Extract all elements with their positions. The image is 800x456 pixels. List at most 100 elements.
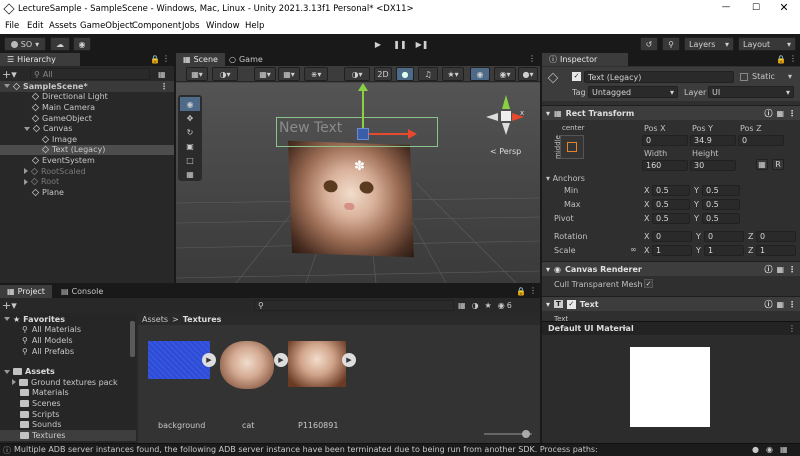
account-button[interactable]: SO ▾ [4, 37, 46, 51]
asset-cat[interactable]: ▶ cat [220, 341, 288, 430]
effects-button[interactable]: ★▾ [442, 67, 464, 81]
cull-checkbox[interactable]: ✓ [644, 279, 653, 288]
rotate-tool-icon[interactable]: ↻ [180, 125, 200, 139]
view-tool-icon[interactable]: ◉ [180, 97, 200, 111]
type-filter-icon[interactable]: ◑ [472, 301, 479, 310]
list-item[interactable]: Text (Legacy) [0, 144, 174, 156]
expand-icon[interactable] [12, 379, 16, 386]
pos-x-field[interactable]: 0 [642, 135, 688, 146]
rect-tool-icon[interactable]: □ [180, 153, 200, 167]
anchor-max-y-field[interactable]: 0.5 [702, 199, 740, 210]
assets-row[interactable]: Assets [0, 366, 136, 377]
gizmo-x-arrow[interactable] [408, 129, 417, 139]
material-header[interactable]: Default UI Material ▾ ⋮ [542, 321, 800, 335]
tab-console[interactable]: ▤ Console [54, 285, 110, 298]
gizmos-button[interactable]: ◉▾ [494, 67, 516, 81]
minimize-button[interactable]: — [716, 2, 736, 12]
gizmo-center[interactable] [357, 128, 369, 140]
pivot-x-field[interactable]: 0.5 [652, 213, 690, 224]
collab-button[interactable]: ◉ [73, 37, 91, 51]
list-item[interactable]: EventSystem [0, 155, 174, 166]
anchors-label[interactable]: ▾ Anchors [546, 174, 585, 183]
anchor-preset-button[interactable] [560, 135, 584, 159]
scale-y-field[interactable]: 1 [704, 245, 744, 256]
lock-icon[interactable]: 🔒 [516, 287, 526, 296]
lock-icon[interactable]: 🔒 [776, 55, 786, 64]
anchor-min-y-field[interactable]: 0.5 [702, 185, 740, 196]
text-enabled-checkbox[interactable]: ✓ [566, 299, 576, 309]
add-icon[interactable]: +▾ [2, 68, 17, 81]
expand-icon[interactable] [4, 369, 10, 374]
visibility-button[interactable]: ◉ [470, 67, 490, 81]
maximize-button[interactable]: □ [746, 2, 766, 12]
menu-gameobject[interactable]: GameObject [80, 21, 133, 31]
list-item[interactable]: GameObject [0, 113, 174, 124]
breadcrumb-assets[interactable]: Assets [142, 315, 168, 324]
settings-icon[interactable]: ▦ [776, 300, 784, 309]
notification-icon[interactable]: ● [752, 445, 759, 454]
slider-handle[interactable] [522, 430, 530, 438]
grid-snap-button[interactable]: ▦▾ [254, 67, 276, 81]
list-item[interactable]: Plane [0, 187, 174, 198]
render-mode-button[interactable]: ◑▾ [344, 67, 370, 81]
scene-row[interactable]: SampleScene* ⋮ [0, 81, 174, 92]
raw-edit-button[interactable]: R [772, 159, 784, 170]
tab-scene[interactable]: ▦ Scene [176, 53, 225, 66]
anchor-max-x-field[interactable]: 0.5 [652, 199, 690, 210]
menu-help[interactable]: Help [245, 21, 264, 31]
settings-icon[interactable]: ▦ [776, 265, 784, 274]
more-icon[interactable]: ⋮ [160, 82, 168, 91]
lighting-button[interactable]: ● [396, 67, 414, 81]
gizmo-y-arrow[interactable] [358, 83, 368, 91]
chevron-down-icon[interactable]: ▾ [788, 72, 792, 81]
scale-x-field[interactable]: 1 [652, 245, 692, 256]
play-button[interactable]: ▶ [368, 37, 388, 51]
hierarchy-search-input[interactable]: ⚲ All [30, 68, 150, 80]
scale-tool-icon[interactable]: ▣ [180, 139, 200, 153]
more-icon[interactable]: ⋮ [528, 54, 536, 63]
rect-transform-header[interactable]: ▾ ▦ Rect Transform ⓘ ▦ ⋮ [542, 105, 800, 120]
more-icon[interactable]: ⋮ [788, 109, 796, 118]
list-item[interactable]: Textures [0, 429, 136, 441]
height-field[interactable]: 30 [690, 160, 736, 171]
more-icon[interactable]: ⋮ [529, 286, 537, 295]
expand-asset-icon[interactable]: ▶ [342, 353, 356, 367]
link-icon[interactable]: ∞ [630, 245, 637, 254]
settings-icon[interactable]: ▦ [776, 109, 784, 118]
orientation-gizmo[interactable]: x [482, 93, 526, 137]
list-item[interactable]: Directional Light [0, 92, 174, 103]
tab-game[interactable]: ○ Game [222, 53, 270, 66]
active-checkbox[interactable]: ✓ [572, 72, 581, 81]
rotation-z-field[interactable]: 0 [756, 231, 796, 242]
more-icon[interactable]: ⋮ [788, 324, 796, 333]
expand-icon[interactable]: ▾ [546, 300, 550, 309]
expand-asset-icon[interactable]: ▶ [202, 353, 216, 367]
expand-icon[interactable] [4, 317, 10, 322]
pause-button[interactable]: ❚❚ [390, 37, 410, 51]
help-icon[interactable]: ⓘ [764, 264, 772, 275]
expand-icon[interactable] [24, 126, 30, 131]
static-checkbox[interactable] [740, 73, 748, 81]
list-item[interactable]: Image [0, 134, 174, 145]
pos-y-field[interactable]: 34.9 [690, 135, 736, 146]
project-search-input[interactable]: ⚲ [254, 299, 454, 311]
menu-file[interactable]: File [5, 21, 19, 31]
list-item[interactable]: Canvas [0, 123, 174, 134]
expand-icon[interactable] [24, 178, 28, 185]
hidden-packages-icon[interactable]: ◉ [498, 301, 505, 310]
object-name-field[interactable]: Text (Legacy) [584, 71, 734, 83]
move-tool-icon[interactable]: ✥ [180, 111, 200, 125]
history-button[interactable]: ↺ [640, 37, 658, 51]
list-item[interactable]: ⚲ All Prefabs [0, 346, 136, 357]
list-item[interactable]: ⚲ All Materials [0, 325, 136, 336]
rotation-y-field[interactable]: 0 [704, 231, 744, 242]
list-item[interactable]: Sounds [0, 419, 136, 430]
menu-edit[interactable]: Edit [27, 21, 43, 31]
tag-dropdown[interactable]: Untagged ▾ [588, 86, 678, 98]
persp-label[interactable]: < Persp [490, 147, 521, 156]
list-item[interactable]: Scenes [0, 398, 136, 409]
gizmos-dropdown[interactable]: ●▾ [518, 67, 538, 81]
thumbnail-size-slider[interactable] [484, 430, 532, 438]
more-icon[interactable]: ⋮ [788, 265, 796, 274]
image-quad[interactable] [288, 140, 414, 258]
